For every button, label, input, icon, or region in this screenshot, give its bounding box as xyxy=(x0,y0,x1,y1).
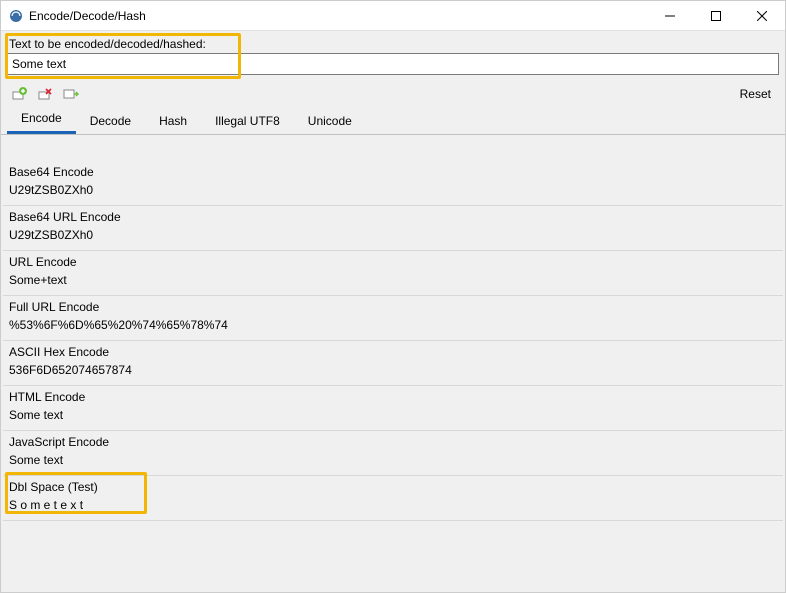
tabs: EncodeDecodeHashIllegal UTF8Unicode xyxy=(1,107,785,135)
result-block: URL EncodeSome+text xyxy=(3,251,783,293)
title-wrap: Encode/Decode/Hash xyxy=(9,9,647,23)
close-button[interactable] xyxy=(739,1,785,31)
result-title: Base64 Encode xyxy=(9,163,777,181)
result-title: Dbl Space (Test) xyxy=(9,478,777,496)
result-title: JavaScript Encode xyxy=(9,433,777,451)
result-block: Base64 URL EncodeU29tZSB0ZXh0 xyxy=(3,206,783,248)
tab-encode[interactable]: Encode xyxy=(7,105,76,134)
result-block: JavaScript EncodeSome text xyxy=(3,431,783,473)
window-title: Encode/Decode/Hash xyxy=(29,9,146,23)
minimize-button[interactable] xyxy=(647,1,693,31)
result-value: %53%6F%6D%65%20%74%65%78%74 xyxy=(9,316,777,334)
result-value: Some+text xyxy=(9,271,777,289)
result-title: Full URL Encode xyxy=(9,298,777,316)
result-title: HTML Encode xyxy=(9,388,777,406)
result-separator xyxy=(3,520,783,521)
titlebar: Encode/Decode/Hash xyxy=(1,1,785,31)
result-title: ASCII Hex Encode xyxy=(9,343,777,361)
result-value: Some text xyxy=(9,406,777,424)
tab-illegal-utf8[interactable]: Illegal UTF8 xyxy=(201,108,294,134)
result-value: Some text xyxy=(9,451,777,469)
result-value: U29tZSB0ZXh0 xyxy=(9,226,777,244)
tab-hash[interactable]: Hash xyxy=(145,108,201,134)
toolbar: Reset xyxy=(1,81,785,107)
result-block: Base64 EncodeU29tZSB0ZXh0 xyxy=(3,161,783,203)
result-block: Full URL Encode%53%6F%6D%65%20%74%65%78%… xyxy=(3,296,783,338)
input-row xyxy=(1,53,785,81)
window-root: Encode/Decode/Hash Text to be encoded/de… xyxy=(0,0,786,593)
tab-unicode[interactable]: Unicode xyxy=(294,108,366,134)
content-area: Text to be encoded/decoded/hashed: xyxy=(1,31,785,592)
result-block: ASCII Hex Encode536F6D652074657874 xyxy=(3,341,783,383)
window-controls xyxy=(647,1,785,30)
tab-decode[interactable]: Decode xyxy=(76,108,145,134)
add-output-button[interactable] xyxy=(9,85,29,103)
new-window-button[interactable] xyxy=(61,85,81,103)
input-label: Text to be encoded/decoded/hashed: xyxy=(1,31,785,53)
text-input[interactable] xyxy=(7,53,779,75)
result-block: Dbl Space (Test)S o m e t e x t xyxy=(3,476,783,518)
remove-output-button[interactable] xyxy=(35,85,55,103)
result-value: U29tZSB0ZXh0 xyxy=(9,181,777,199)
maximize-button[interactable] xyxy=(693,1,739,31)
reset-button[interactable]: Reset xyxy=(734,87,777,101)
result-block: HTML EncodeSome text xyxy=(3,386,783,428)
result-title: Base64 URL Encode xyxy=(9,208,777,226)
result-value: S o m e t e x t xyxy=(9,496,777,514)
results-panel: Base64 EncodeU29tZSB0ZXh0Base64 URL Enco… xyxy=(3,161,783,590)
result-value: 536F6D652074657874 xyxy=(9,361,777,379)
result-title: URL Encode xyxy=(9,253,777,271)
app-icon xyxy=(9,9,23,23)
